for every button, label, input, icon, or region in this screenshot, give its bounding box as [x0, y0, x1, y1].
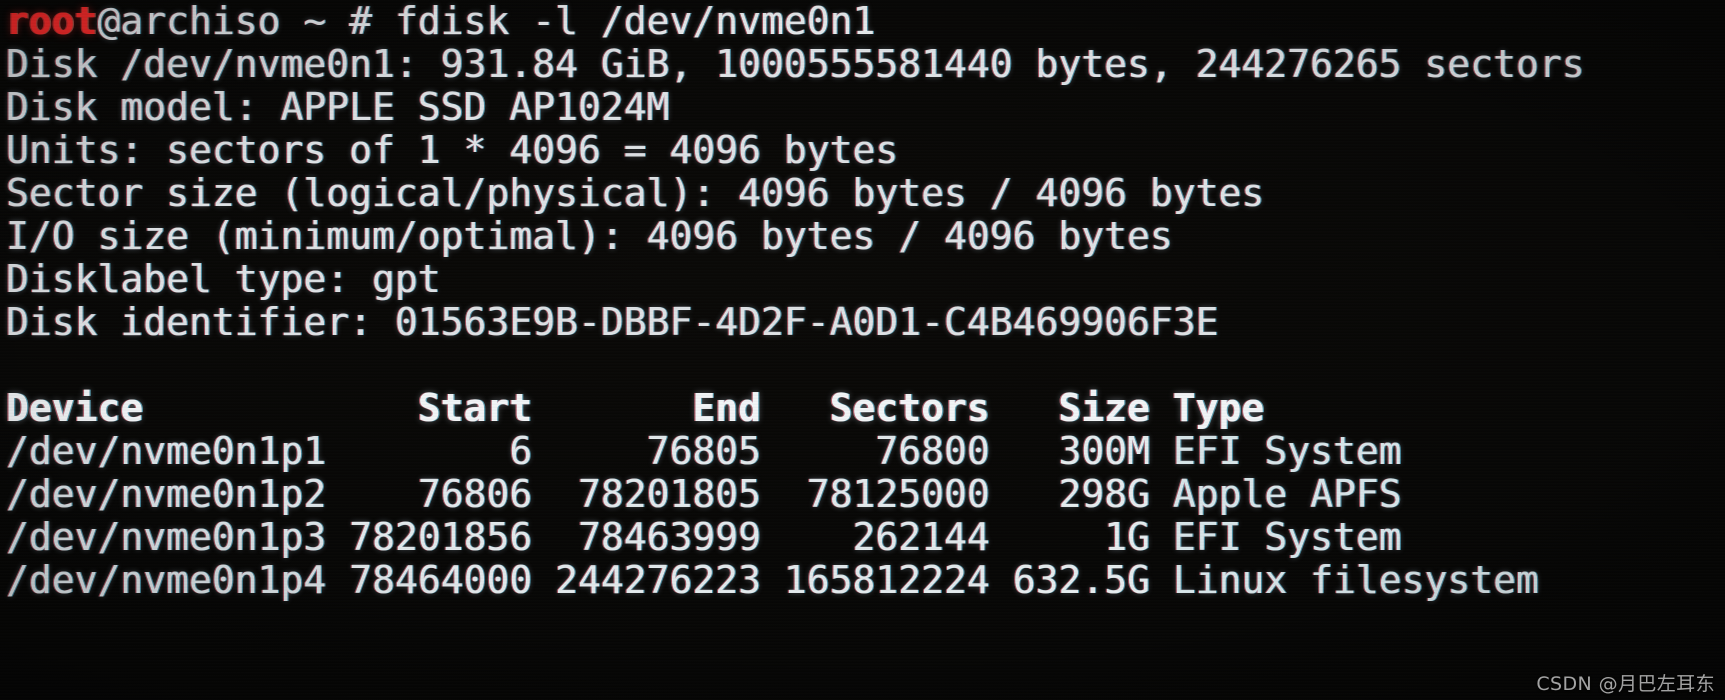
partition-size: 298G — [1012, 472, 1150, 516]
partition-table-header: Device Start End Sectors Size Type — [6, 386, 1265, 430]
io-size-line: I/O size (minimum/optimal): 4096 bytes /… — [6, 214, 1173, 258]
partition-row[interactable]: /dev/nvme0n1p2 76806 78201805 78125000 2… — [0, 473, 1725, 516]
partition-end: 244276223 — [555, 558, 762, 602]
partition-sectors: 262144 — [783, 515, 990, 559]
disk-model-line: Disk model: APPLE SSD AP1024M — [6, 85, 670, 129]
units-line: Units: sectors of 1 * 4096 = 4096 bytes — [6, 128, 899, 172]
partition-type: Apple APFS — [1172, 472, 1402, 516]
partition-type: EFI System — [1172, 515, 1402, 559]
watermark: CSDN @月巴左耳东 — [1536, 669, 1715, 696]
partition-size: 1G — [1012, 515, 1150, 559]
terminal-screen: root@archiso ~ # fdisk -l /dev/nvme0n1 D… — [0, 0, 1725, 700]
partition-size: 632.5G — [1012, 558, 1150, 602]
partition-start: 6 — [349, 429, 533, 473]
prompt-user: root — [6, 0, 98, 43]
disk-summary-line: Disk /dev/nvme0n1: 931.84 GiB, 100055558… — [6, 42, 1585, 86]
partition-end: 76805 — [555, 429, 762, 473]
partition-row[interactable]: /dev/nvme0n1p3 78201856 78463999 262144 … — [0, 516, 1725, 559]
partition-row[interactable]: /dev/nvme0n1p1 6 76805 76800 300M EFI Sy… — [0, 430, 1725, 473]
partition-row[interactable]: /dev/nvme0n1p4 78464000 244276223 165812… — [0, 559, 1725, 602]
partition-type: Linux filesystem — [1172, 558, 1539, 602]
partition-sectors: 78125000 — [783, 472, 990, 516]
partition-start: 76806 — [349, 472, 533, 516]
prompt-line: root@archiso ~ # fdisk -l /dev/nvme0n1 — [0, 0, 1725, 43]
partition-device: /dev/nvme0n1p2 — [6, 472, 327, 516]
partition-start: 78464000 — [349, 558, 533, 602]
partition-device: /dev/nvme0n1p1 — [6, 429, 327, 473]
disklabel-type-line: Disklabel type: gpt — [6, 257, 441, 301]
sector-size-line: Sector size (logical/physical): 4096 byt… — [6, 171, 1265, 215]
partition-sectors: 165812224 — [783, 558, 990, 602]
command-text: fdisk -l /dev/nvme0n1 — [394, 0, 876, 43]
partition-type: EFI System — [1172, 429, 1402, 473]
partition-size: 300M — [1012, 429, 1150, 473]
partition-sectors: 76800 — [783, 429, 990, 473]
partition-device: /dev/nvme0n1p4 — [6, 558, 327, 602]
partition-device: /dev/nvme0n1p3 — [6, 515, 327, 559]
partition-end: 78463999 — [555, 515, 762, 559]
terminal-output[interactable]: root@archiso ~ # fdisk -l /dev/nvme0n1 D… — [0, 0, 1725, 602]
prompt-host: @archiso ~ # — [97, 0, 395, 43]
watermark-text: CSDN @月巴左耳东 — [1536, 673, 1715, 695]
partition-start: 78201856 — [349, 515, 533, 559]
partition-end: 78201805 — [555, 472, 762, 516]
partition-table-body: /dev/nvme0n1p1 6 76805 76800 300M EFI Sy… — [0, 430, 1725, 602]
disk-identifier-line: Disk identifier: 01563E9B-DBBF-4D2F-A0D1… — [6, 300, 1219, 344]
